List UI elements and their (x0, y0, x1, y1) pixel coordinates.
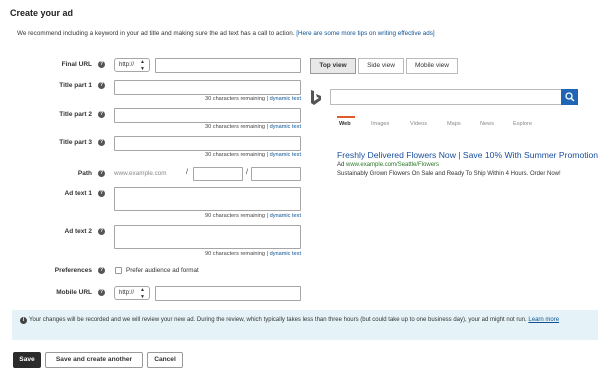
page-title: Create your ad (10, 8, 74, 18)
search-tab-videos: Videos (410, 121, 428, 127)
counter-separator: | (266, 251, 269, 257)
ad-preview-description: Sustainably Grown Flowers On Sale and Re… (337, 171, 561, 177)
final-url-protocol-select[interactable]: http:// ▲ ▼ (114, 58, 150, 72)
preview-search-box (330, 89, 575, 105)
bing-logo-icon (311, 90, 321, 105)
cancel-button[interactable]: Cancel (147, 352, 183, 368)
ad-text-1-counter: 90 characters remaining | dynamic text (160, 213, 301, 219)
path-slash: / (246, 169, 248, 176)
title-part-3-counter: 30 characters remaining | dynamic text (160, 152, 301, 158)
counter-separator: | (266, 152, 269, 158)
search-tab-explore: Explore (513, 121, 532, 127)
tab-side-view[interactable]: Side view (358, 58, 404, 74)
title-part-1-input[interactable] (114, 80, 301, 95)
ad-badge: Ad (337, 162, 345, 168)
dynamic-text-link[interactable]: dynamic text (270, 213, 301, 219)
title-part-1-label: Title part 1 (59, 82, 92, 89)
save-and-create-another-button[interactable]: Save and create another (45, 352, 143, 368)
title-part-2-counter: 30 characters remaining | dynamic text (160, 124, 301, 130)
remaining-text: 30 characters remaining (205, 152, 266, 158)
ad-text-2-label: Ad text 2 (64, 228, 92, 235)
preferences-label: Preferences (54, 267, 92, 274)
intro-text: We recommend including a keyword in your… (17, 30, 435, 37)
audience-format-checkbox[interactable] (115, 267, 122, 274)
mobile-url-protocol-select[interactable]: http:// ▲ ▼ (114, 286, 150, 300)
remaining-text: 90 characters remaining (205, 251, 266, 257)
title-part-3-label: Title part 3 (59, 139, 92, 146)
path-1-input[interactable] (193, 167, 243, 181)
title-part-3-input[interactable] (114, 136, 301, 151)
path-2-input[interactable] (251, 167, 301, 181)
search-tab-web: Web (339, 121, 351, 127)
protocol-value: http:// (119, 290, 135, 296)
title-part-2-label: Title part 2 (59, 111, 92, 118)
path-label: Path (77, 170, 92, 177)
remaining-text: 30 characters remaining (205, 96, 266, 102)
select-arrows-icon: ▲ ▼ (140, 287, 145, 300)
mobile-url-label: Mobile URL (56, 289, 92, 296)
path-domain-prefix: www.example.com (114, 170, 167, 177)
save-button[interactable]: Save (13, 352, 41, 368)
title-part-2-input[interactable] (114, 108, 301, 123)
help-icon[interactable]: ? (98, 82, 105, 89)
ad-preview-url-line: Ad www.example.com/Seattle/Flowers (337, 162, 439, 168)
counter-separator: | (266, 213, 269, 219)
protocol-value: http:// (119, 62, 135, 68)
help-icon[interactable]: ? (98, 139, 105, 146)
mobile-url-input[interactable] (155, 286, 301, 301)
dynamic-text-link[interactable]: dynamic text (270, 152, 301, 158)
dynamic-text-link[interactable]: dynamic text (270, 251, 301, 257)
remaining-text: 90 characters remaining (205, 213, 266, 219)
info-icon: i (20, 317, 27, 324)
help-icon[interactable]: ? (98, 289, 105, 296)
final-url-input[interactable] (155, 58, 301, 73)
review-notice: i Your changes will be recorded and we wi… (12, 310, 598, 340)
title-part-1-counter: 30 characters remaining | dynamic text (160, 96, 301, 102)
ad-text-2-textarea[interactable] (114, 225, 301, 249)
help-icon[interactable]: ? (98, 228, 105, 235)
path-slash: / (186, 169, 188, 176)
counter-separator: | (266, 124, 269, 130)
tips-link[interactable]: [Here are some more tips on writing effe… (296, 30, 434, 37)
final-url-label: Final URL (61, 61, 92, 68)
notice-message: Your changes will be recorded and we wil… (29, 317, 527, 323)
help-icon[interactable]: ? (98, 267, 105, 274)
search-tab-images: Images (371, 121, 390, 127)
audience-format-label: Prefer audience ad format (126, 267, 199, 274)
help-icon[interactable]: ? (98, 111, 105, 118)
search-tab-maps: Maps (447, 121, 461, 127)
ad-text-1-textarea[interactable] (114, 187, 301, 211)
counter-separator: | (266, 96, 269, 102)
bing-logo (310, 90, 322, 109)
tab-top-view[interactable]: Top view (310, 58, 356, 74)
search-icon (564, 92, 574, 102)
ad-preview-url: www.example.com/Seattle/Flowers (346, 162, 440, 168)
notice-text: i Your changes will be recorded and we wi… (20, 315, 590, 325)
active-search-tab-indicator (337, 116, 355, 118)
select-arrows-icon: ▲ ▼ (140, 59, 145, 72)
help-icon[interactable]: ? (98, 61, 105, 68)
learn-more-link[interactable]: Learn more (528, 317, 559, 323)
ad-preview-title: Freshly Delivered Flowers Now | Save 10%… (337, 150, 599, 160)
help-icon[interactable]: ? (98, 190, 105, 197)
search-button (561, 89, 578, 105)
dynamic-text-link[interactable]: dynamic text (270, 124, 301, 130)
intro-sentence: We recommend including a keyword in your… (17, 30, 295, 37)
dynamic-text-link[interactable]: dynamic text (270, 96, 301, 102)
ad-text-1-label: Ad text 1 (64, 190, 92, 197)
help-icon[interactable]: ? (98, 170, 105, 177)
ad-text-2-counter: 90 characters remaining | dynamic text (160, 251, 301, 257)
remaining-text: 30 characters remaining (205, 124, 266, 130)
search-tab-news: News (480, 121, 494, 127)
tab-mobile-view[interactable]: Mobile view (406, 58, 458, 74)
